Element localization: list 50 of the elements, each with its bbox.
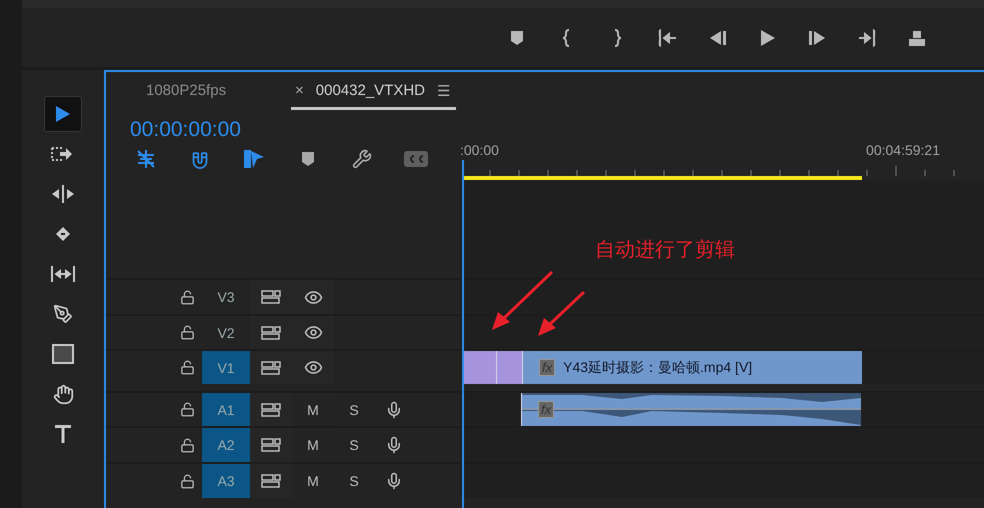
step-back-icon[interactable]: [708, 28, 726, 46]
microphone-icon[interactable]: [385, 400, 403, 418]
selection-tool[interactable]: [44, 96, 82, 132]
track-label[interactable]: V3: [202, 280, 250, 314]
play-icon[interactable]: [758, 28, 776, 46]
microphone-icon[interactable]: [385, 472, 403, 490]
ruler-time-label: :00:00: [460, 142, 499, 158]
rectangle-icon: [52, 344, 74, 364]
sync-lock-icon[interactable]: [261, 360, 281, 376]
solo-toggle[interactable]: S: [349, 473, 359, 489]
clip-segment[interactable]: [496, 351, 522, 384]
go-to-out-icon[interactable]: [858, 28, 876, 46]
eye-icon[interactable]: [304, 323, 322, 342]
slip-arrows-icon: [50, 264, 76, 284]
annotation-text: 自动进行了剪辑: [595, 238, 735, 263]
track-label[interactable]: V2: [202, 316, 250, 349]
mute-toggle[interactable]: M: [307, 402, 319, 418]
clip-name: Y43延时摄影：曼哈顿.mp4 [V]: [563, 358, 752, 376]
solo-toggle[interactable]: S: [349, 402, 359, 418]
microphone-icon[interactable]: [385, 436, 403, 454]
annotation-arrow: [492, 270, 554, 330]
split-arrows-icon: [50, 184, 76, 204]
sync-lock-icon[interactable]: [261, 473, 281, 489]
tab-label[interactable]: 1080P25fps: [146, 82, 226, 99]
eye-icon[interactable]: [304, 358, 322, 377]
sequence-tab[interactable]: 1080P25fps: [146, 74, 286, 110]
close-icon[interactable]: ×: [295, 82, 304, 99]
step-forward-icon[interactable]: [808, 28, 826, 46]
sync-lock-icon[interactable]: [261, 402, 281, 418]
sequence-tab[interactable]: × 000432_VTXHD ☰: [291, 74, 456, 110]
sync-lock-icon[interactable]: [261, 324, 281, 340]
hand-icon: [52, 384, 74, 404]
solo-toggle[interactable]: S: [349, 437, 359, 453]
export-frame-icon[interactable]: [908, 28, 926, 46]
annotation-arrow: [538, 290, 586, 336]
sync-lock-icon[interactable]: [261, 289, 281, 305]
ruler-time-label: 00:04:59:21: [866, 142, 940, 158]
sync-lock-icon[interactable]: [261, 437, 281, 453]
mute-toggle[interactable]: M: [307, 473, 319, 489]
wrench-icon[interactable]: [350, 148, 374, 170]
clip-segment[interactable]: [462, 351, 496, 384]
add-marker-icon[interactable]: [508, 28, 526, 46]
captions-icon[interactable]: [404, 148, 428, 170]
go-to-in-icon[interactable]: [658, 28, 676, 46]
tab-label[interactable]: 000432_VTXHD: [316, 82, 425, 99]
menu-icon[interactable]: ☰: [437, 82, 450, 100]
pen-icon: [53, 304, 73, 324]
mute-toggle[interactable]: M: [307, 437, 319, 453]
timecode[interactable]: 00:00:00:00: [130, 118, 241, 142]
type-icon: [53, 423, 73, 445]
